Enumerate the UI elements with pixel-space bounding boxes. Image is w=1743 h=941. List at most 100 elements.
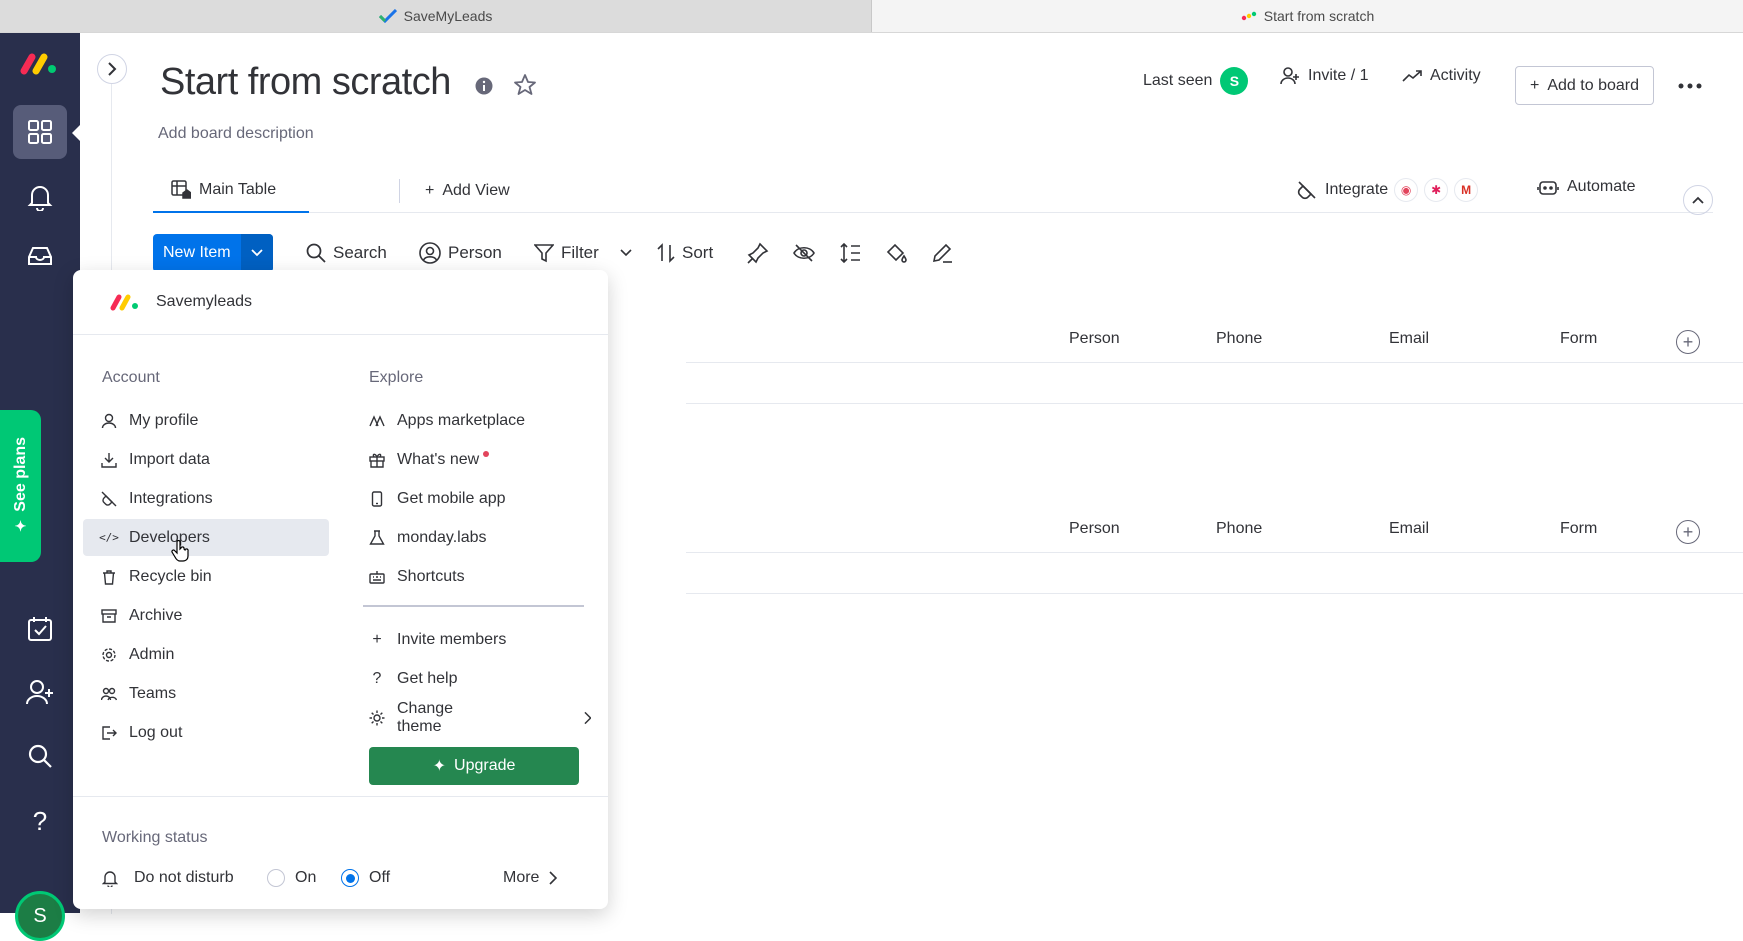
menu-item-monday-labs[interactable]: monday.labs bbox=[351, 519, 591, 556]
integrate-button[interactable]: Integrate ◉ ✱ M bbox=[1297, 178, 1479, 202]
browser-tab-label: Start from scratch bbox=[1263, 8, 1375, 24]
upgrade-label: Upgrade bbox=[454, 757, 516, 774]
browser-tab-board[interactable]: Start from scratch bbox=[872, 0, 1743, 32]
table-row[interactable] bbox=[686, 552, 1743, 594]
menu-item-get-help[interactable]: ? Get help bbox=[351, 660, 591, 697]
workspace-nav-button[interactable] bbox=[0, 105, 80, 159]
menu-item-integrations[interactable]: Integrations bbox=[83, 480, 329, 517]
column-header-form[interactable]: Form bbox=[1560, 520, 1597, 538]
person-circle-icon bbox=[419, 242, 441, 264]
menu-item-my-profile[interactable]: My profile bbox=[83, 402, 329, 439]
trash-icon bbox=[101, 569, 117, 585]
team-icon bbox=[101, 686, 117, 702]
my-work-icon[interactable] bbox=[0, 616, 80, 642]
integrate-label: Integrate bbox=[1325, 181, 1389, 198]
expand-sidebar-button[interactable] bbox=[97, 54, 127, 84]
see-plans-button[interactable]: See plans ✦ bbox=[0, 410, 41, 562]
menu-item-change-theme[interactable]: Change theme bbox=[351, 699, 591, 736]
add-view-button[interactable]: + Add View bbox=[425, 169, 510, 213]
account-menu-header: Savemyleads bbox=[73, 270, 608, 335]
radio-on[interactable] bbox=[267, 869, 285, 887]
activity-button[interactable]: Activity bbox=[1402, 67, 1481, 85]
hide-icon[interactable] bbox=[793, 242, 815, 269]
add-to-board-button[interactable]: + Add to board bbox=[1515, 66, 1654, 105]
plus-icon: + bbox=[425, 182, 435, 199]
apps-icon bbox=[369, 413, 385, 429]
add-view-label: Add View bbox=[442, 182, 510, 199]
last-seen[interactable]: Last seen S bbox=[1143, 67, 1249, 95]
person-filter-button[interactable]: Person bbox=[419, 234, 502, 272]
invite-user-icon[interactable] bbox=[0, 679, 80, 705]
info-icon[interactable] bbox=[475, 77, 493, 100]
column-header-person[interactable]: Person bbox=[1069, 520, 1120, 538]
account-name: Savemyleads bbox=[156, 293, 253, 310]
browser-tab-label: SaveMyLeads bbox=[403, 8, 493, 24]
new-item-button[interactable]: New Item bbox=[153, 234, 273, 272]
board-description[interactable]: Add board description bbox=[158, 125, 314, 143]
chevron-right-icon bbox=[108, 62, 117, 76]
menu-item-recycle-bin[interactable]: Recycle bin bbox=[83, 558, 329, 595]
user-icon bbox=[101, 413, 117, 429]
menu-item-whats-new[interactable]: What's new bbox=[351, 441, 591, 478]
row-height-icon[interactable] bbox=[839, 242, 861, 269]
bell-icon[interactable] bbox=[0, 183, 80, 211]
table-home-icon bbox=[171, 180, 191, 199]
last-seen-label: Last seen bbox=[1143, 72, 1213, 89]
filter-button[interactable]: Filter bbox=[534, 234, 632, 272]
inbox-icon[interactable] bbox=[0, 245, 80, 267]
menu-item-shortcuts[interactable]: Shortcuts bbox=[351, 558, 591, 595]
collapse-header-button[interactable] bbox=[1683, 185, 1713, 215]
chevron-down-icon[interactable] bbox=[620, 249, 632, 257]
browser-tab-savemyleads[interactable]: SaveMyLeads bbox=[0, 0, 872, 32]
add-column-button[interactable]: + bbox=[1676, 520, 1700, 544]
upgrade-button[interactable]: ✦ Upgrade bbox=[369, 747, 579, 785]
star-icon[interactable] bbox=[513, 73, 537, 102]
automate-button[interactable]: Automate bbox=[1537, 178, 1635, 196]
radio-off[interactable] bbox=[341, 869, 359, 887]
menu-item-teams[interactable]: Teams bbox=[83, 675, 329, 712]
avatar-initial: S bbox=[33, 904, 47, 927]
more-dots-icon[interactable] bbox=[1678, 76, 1702, 94]
left-nav: See plans ✦ ? S bbox=[0, 33, 80, 941]
invite-button[interactable]: Invite / 1 bbox=[1280, 67, 1368, 85]
menu-item-label: monday.labs bbox=[397, 528, 487, 546]
pin-icon[interactable] bbox=[747, 242, 769, 269]
radio-off-label: Off bbox=[369, 869, 391, 886]
menu-item-import-data[interactable]: Import data bbox=[83, 441, 329, 478]
activity-label: Activity bbox=[1430, 67, 1481, 84]
menu-item-apps-marketplace[interactable]: Apps marketplace bbox=[351, 402, 591, 439]
edit-pen-icon[interactable] bbox=[931, 242, 953, 269]
menu-item-invite-members[interactable]: + Invite members bbox=[351, 621, 591, 658]
do-not-disturb-row: Do not disturb bbox=[102, 869, 234, 887]
column-header-phone[interactable]: Phone bbox=[1216, 330, 1262, 348]
dnd-on-option[interactable]: On bbox=[267, 869, 316, 887]
column-header-email[interactable]: Email bbox=[1389, 520, 1429, 538]
chevron-down-icon[interactable] bbox=[240, 234, 273, 272]
menu-item-label: Apps marketplace bbox=[397, 411, 526, 429]
dnd-off-option[interactable]: Off bbox=[341, 869, 390, 887]
tab-main-table[interactable]: Main Table bbox=[153, 169, 309, 213]
column-header-email[interactable]: Email bbox=[1389, 330, 1429, 348]
search-icon bbox=[306, 243, 326, 263]
sort-button[interactable]: Sort bbox=[657, 234, 713, 272]
menu-item-get-mobile-app[interactable]: Get mobile app bbox=[351, 480, 591, 517]
user-avatar[interactable]: S bbox=[15, 891, 65, 941]
chevron-right-icon bbox=[549, 871, 558, 885]
paint-bucket-icon[interactable] bbox=[885, 242, 907, 269]
invite-label: Invite / 1 bbox=[1308, 67, 1369, 84]
menu-item-log-out[interactable]: Log out bbox=[83, 714, 329, 751]
search-button[interactable]: Search bbox=[306, 234, 387, 272]
menu-item-admin[interactable]: Admin bbox=[83, 636, 329, 673]
monday-logo-icon[interactable] bbox=[0, 51, 80, 75]
column-header-form[interactable]: Form bbox=[1560, 330, 1597, 348]
add-column-button[interactable]: + bbox=[1676, 330, 1700, 354]
board-title[interactable]: Start from scratch bbox=[160, 61, 451, 104]
column-header-phone[interactable]: Phone bbox=[1216, 520, 1262, 538]
column-header-person[interactable]: Person bbox=[1069, 330, 1120, 348]
table-row[interactable] bbox=[686, 362, 1743, 404]
menu-item-developers[interactable]: </> Developers bbox=[83, 519, 329, 556]
more-button[interactable]: More bbox=[503, 869, 558, 887]
search-icon[interactable] bbox=[0, 743, 80, 769]
menu-item-archive[interactable]: Archive bbox=[83, 597, 329, 634]
help-icon[interactable]: ? bbox=[0, 806, 80, 837]
